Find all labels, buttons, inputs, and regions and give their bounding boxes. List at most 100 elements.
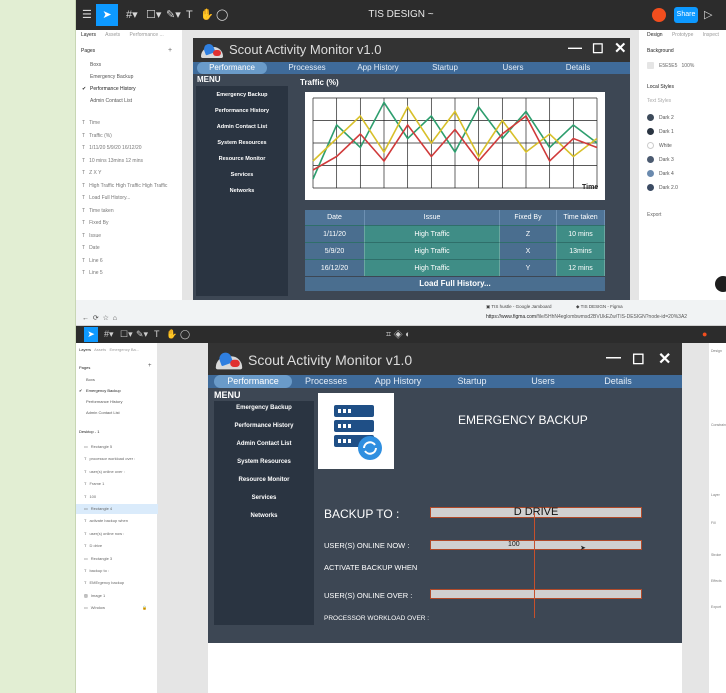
component-icon[interactable]: ⌗ ◈ ◐ [386, 329, 411, 340]
tab-page[interactable]: Performance ... [130, 32, 164, 38]
comment-icon[interactable]: ◯ [180, 329, 190, 340]
tab-layers[interactable]: Layers [79, 347, 91, 352]
color-style-item[interactable]: Dark 1 [647, 128, 674, 135]
page-item[interactable]: Boxs [86, 377, 95, 382]
tab-prototype[interactable]: Prototype [672, 32, 693, 38]
tab-users[interactable]: Users [483, 62, 543, 74]
layer-item[interactable]: T Fixed By [82, 220, 109, 226]
tab-assets[interactable]: Assets [94, 347, 106, 352]
layer-item[interactable]: T Date [82, 245, 100, 251]
menu-item-performance-history[interactable]: Performance History [196, 108, 288, 114]
layer-item[interactable]: T High Traffic High Traffic High Traffic [82, 183, 167, 189]
tab-processes[interactable]: Processes [277, 62, 337, 74]
menu-item-resource-monitor[interactable]: Resource Monitor [196, 156, 288, 162]
tab-processes[interactable]: Processes [298, 375, 354, 388]
tab-assets[interactable]: Assets [105, 32, 120, 38]
background-value[interactable]: E5E5E5 100% [647, 62, 694, 69]
layer-item[interactable]: Tactivate backup when [76, 516, 158, 526]
tab-page[interactable]: Emergency Ba... [110, 347, 140, 352]
color-style-item[interactable]: Dark 2.0 [647, 184, 678, 191]
avatar[interactable] [652, 8, 666, 22]
frame-icon[interactable]: #▾ [104, 329, 114, 340]
menu-item-networks[interactable]: Networks [196, 188, 288, 194]
layer-item[interactable]: T 100 [76, 492, 158, 502]
layer-item[interactable]: T Time taken [82, 208, 114, 214]
tab-app-history[interactable]: App History [343, 62, 413, 74]
layer-item[interactable]: T Line 5 [82, 270, 103, 276]
layer-item[interactable]: ▨ Image 1 [76, 591, 158, 601]
layer-item[interactable]: ▭ Rectangle 5 [76, 442, 158, 452]
color-style-item[interactable]: Dark 4 [647, 170, 674, 177]
play-icon[interactable]: ▷ [704, 9, 712, 21]
tab-startup[interactable]: Startup [443, 375, 501, 388]
page-item[interactable]: Performance History [86, 399, 122, 404]
users-online-over-field[interactable] [430, 589, 642, 599]
layer-item[interactable]: T 10 mins 13mins 12 mins [82, 158, 143, 164]
close-icon[interactable]: ✕ [658, 349, 671, 369]
page-item[interactable]: Admin Contact List [90, 98, 132, 104]
tab-performance[interactable]: Performance [197, 62, 267, 74]
layer-item[interactable]: T Frame 1 [76, 479, 158, 489]
layer-item[interactable]: T Load Full History... [82, 195, 130, 201]
layer-item[interactable]: Tuser(s) online now : [76, 529, 158, 539]
shape-icon[interactable]: ☐▾ [120, 329, 133, 340]
layer-item[interactable]: Tbackup to : [76, 566, 158, 576]
layer-item[interactable]: T Time [82, 120, 100, 126]
layer-item[interactable]: T 1/11/20 5/9/20 16/12/20 [82, 145, 142, 151]
layer-item[interactable]: T Traffic (%) [82, 133, 112, 139]
page-item-active[interactable]: ✔ Performance History [82, 86, 136, 92]
layer-item[interactable]: ▭ Rectangle 4 [76, 504, 158, 514]
color-style-item[interactable]: White [647, 142, 672, 149]
users-online-now-field[interactable] [430, 540, 642, 550]
page-item[interactable]: Boxs [90, 62, 101, 68]
menu-item-performance-history[interactable]: Performance History [214, 423, 314, 429]
canvas[interactable]: Scout Activity Monitor v1.0 — ☐ ✕ Perfor… [158, 343, 708, 693]
maximize-icon[interactable]: ☐ [592, 41, 604, 57]
layer-item[interactable]: T Line 6 [82, 258, 103, 264]
browser-tab-figma[interactable]: ◆ TIS DESIGN - Figma [576, 302, 623, 311]
load-full-history-button[interactable]: Load Full History... [305, 277, 605, 291]
menu-item-networks[interactable]: Networks [214, 513, 314, 519]
layer-item[interactable]: T Issue [82, 233, 101, 239]
tab-details[interactable]: Details [583, 375, 653, 388]
tab-performance[interactable]: Performance [214, 375, 292, 388]
help-button[interactable] [715, 276, 726, 292]
layer-item[interactable]: ▭ Window 🔒 [76, 603, 158, 613]
layer-item[interactable]: T EMErgency backup [76, 578, 158, 588]
canvas[interactable]: Scout Activity Monitor v1.0 — ☐ ✕ Perfor… [183, 30, 638, 300]
avatar[interactable]: ● [702, 329, 707, 339]
layer-item[interactable]: TD drive [76, 541, 158, 551]
page-item[interactable]: Admin Contact List [86, 410, 120, 415]
menu-item-services[interactable]: Services [196, 172, 288, 178]
pen-icon[interactable]: ✎▾ [136, 329, 148, 340]
menu-item-emergency-backup[interactable]: Emergency Backup [214, 405, 314, 411]
frame-layer[interactable]: Desktop - 1 [79, 429, 99, 434]
layer-item[interactable]: Tuser(s) online over : [76, 467, 158, 477]
minimize-icon[interactable]: — [568, 39, 582, 55]
menu-item-resource-monitor[interactable]: Resource Monitor [214, 477, 314, 483]
menu-item-admin-contact-list[interactable]: Admin Contact List [196, 124, 288, 130]
color-style-item[interactable]: Dark 2 [647, 114, 674, 121]
layer-item[interactable]: Tprocessor workload over : [76, 454, 158, 464]
menu-item-system-resources[interactable]: System Resources [196, 140, 288, 146]
add-page-icon[interactable]: + [148, 363, 152, 369]
address-bar[interactable]: https://www.figma.com/file/5HhN4eglombwm… [486, 314, 687, 320]
share-button[interactable]: Share [674, 7, 698, 23]
move-icon[interactable]: ➤ [84, 327, 98, 342]
close-icon[interactable]: ✕ [614, 39, 627, 57]
color-style-item[interactable]: Dark 3 [647, 156, 674, 163]
minimize-icon[interactable]: — [606, 349, 621, 366]
menu-item-emergency-backup[interactable]: Emergency Backup [196, 92, 288, 98]
layer-item[interactable]: ▭ Rectangle 3 [76, 554, 158, 564]
tab-layers[interactable]: Layers [81, 32, 96, 38]
tab-app-history[interactable]: App History [363, 375, 433, 388]
menu-item-admin-contact-list[interactable]: Admin Contact List [214, 441, 314, 447]
page-item-active[interactable]: ✔ Emergency Backup [79, 388, 121, 393]
maximize-icon[interactable]: ☐ [632, 351, 645, 368]
tab-inspect[interactable]: Inspect [703, 32, 719, 38]
menu-item-services[interactable]: Services [214, 495, 314, 501]
nav-icons[interactable]: ← ⟳ ☆ ⌂ [82, 314, 117, 323]
tab-users[interactable]: Users [513, 375, 573, 388]
layer-item[interactable]: TZ X Y [82, 170, 101, 176]
add-page-icon[interactable]: + [168, 47, 172, 54]
